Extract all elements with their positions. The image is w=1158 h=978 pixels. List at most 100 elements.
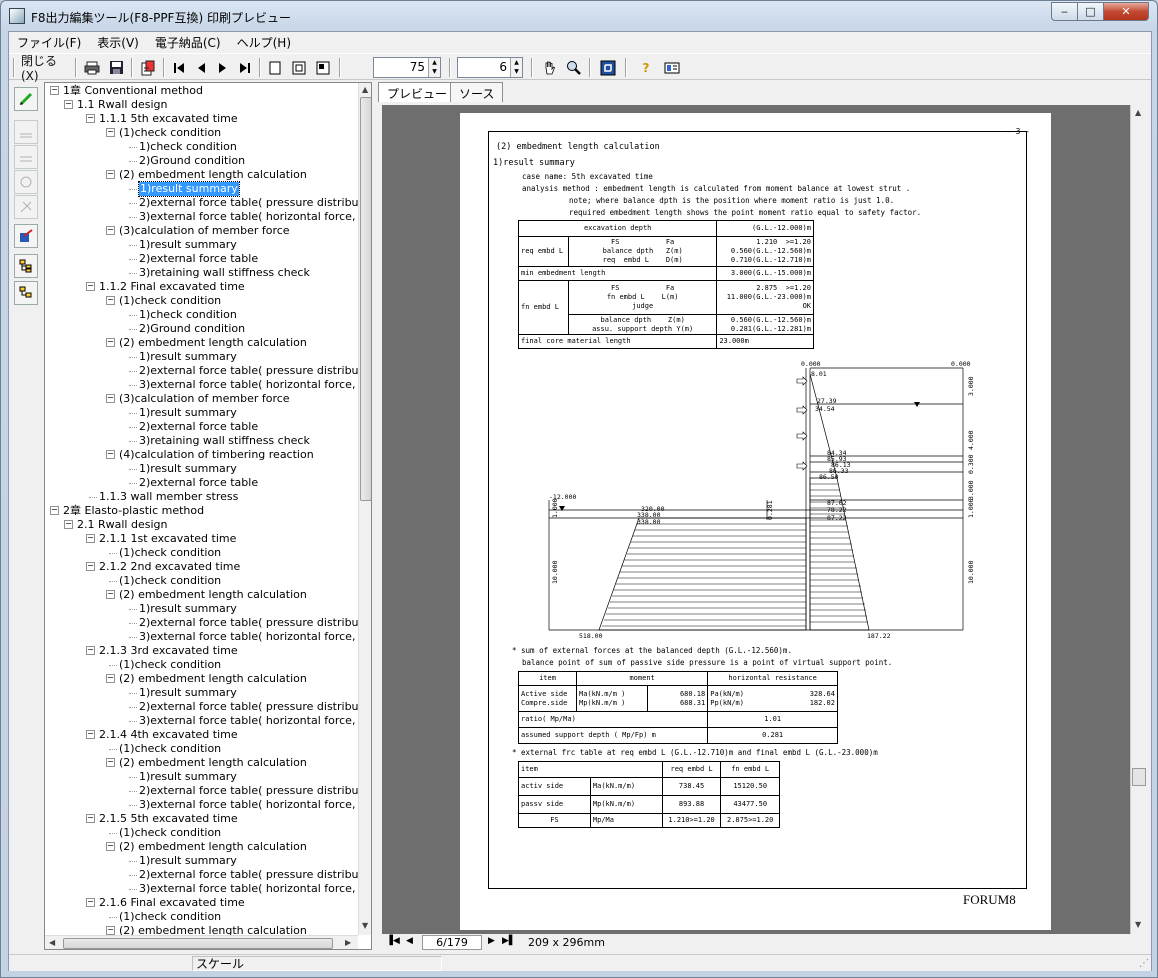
tree-node[interactable]: 1)check condition [139, 308, 237, 322]
menu-file[interactable]: ファイル(F) [11, 32, 87, 52]
tree-node[interactable]: (1)check condition [119, 826, 221, 840]
close-window-button[interactable]: ✕ [1103, 2, 1149, 21]
tree-node[interactable]: 1)result summary [139, 406, 237, 420]
tree-expander-icon[interactable]: − [106, 450, 115, 459]
tree-node[interactable]: 1)result summary [139, 602, 237, 616]
scroll-down-icon[interactable]: ▼ [362, 921, 368, 930]
single-page-icon[interactable] [265, 57, 285, 78]
tree-node[interactable]: 2.1.5 5th excavated time [99, 812, 238, 826]
zoom-icon[interactable] [563, 57, 585, 78]
tree-node[interactable]: 1)result summary [138, 181, 240, 197]
tree-node[interactable]: 1)result summary [139, 238, 237, 252]
scroll-left-icon[interactable]: ◀ [49, 938, 55, 947]
tree-expander-icon[interactable]: − [106, 128, 115, 137]
preview-area[interactable]: - 3 - (2) embedment length calculation 1… [382, 105, 1146, 934]
info-icon[interactable] [661, 57, 683, 78]
tree-node[interactable]: (1)check condition [119, 658, 221, 672]
scroll-up-icon[interactable]: ▲ [1135, 108, 1141, 117]
zoom-spinner[interactable]: 75 ▲ ▼ [373, 57, 441, 78]
tree-node[interactable]: 1)check condition [139, 140, 237, 154]
tree-node[interactable]: 1.1.1 5th excavated time [99, 112, 238, 126]
line-icon[interactable] [14, 120, 38, 144]
tree-node[interactable]: 1.1.3 wall member stress [99, 490, 238, 504]
preview-scroll-thumb[interactable] [1132, 768, 1146, 786]
color-icon[interactable] [14, 224, 38, 248]
tree-node[interactable]: 2.1.6 Final excavated time [99, 896, 245, 910]
tab-source[interactable]: ソース [450, 82, 504, 102]
tree-expander-icon[interactable]: − [64, 100, 73, 109]
tree-node[interactable]: 2)external force table( pressure distrib… [139, 364, 371, 378]
tree-expander-icon[interactable]: − [106, 842, 115, 851]
tree-node[interactable]: (3)calculation of member force [119, 224, 290, 238]
tree-node[interactable]: 2)external force table( pressure distrib… [139, 700, 371, 714]
tree-expander-icon[interactable]: − [106, 394, 115, 403]
tree-node[interactable]: (1)check condition [119, 742, 221, 756]
last-page-icon[interactable] [235, 57, 255, 78]
spin-arrows-icon[interactable]: ▲ ▼ [510, 58, 522, 77]
tree-node[interactable]: (2) embedment length calculation [119, 168, 307, 182]
refresh-icon[interactable] [597, 57, 619, 78]
tree-expander-icon[interactable]: − [86, 898, 95, 907]
tree-node[interactable]: 2.1 Rwall design [77, 518, 167, 532]
tree-node[interactable]: (1)check condition [119, 126, 221, 140]
tree-node[interactable]: 2.1.2 2nd excavated time [99, 560, 240, 574]
scroll-right-icon[interactable]: ▶ [345, 938, 351, 947]
tree-node[interactable]: 2.1.4 4th excavated time [99, 728, 238, 742]
tree-node[interactable]: 1)result summary [139, 770, 237, 784]
tree-node[interactable]: 2)external force table [139, 476, 258, 490]
page-width-icon[interactable] [313, 57, 333, 78]
spin-arrows-icon[interactable]: ▲ ▼ [428, 58, 440, 77]
tab-preview[interactable]: プレビュー [378, 82, 457, 102]
tree-horizontal-scrollbar[interactable]: ◀ ▶ [45, 935, 358, 949]
tree-node[interactable]: 2)Ground condition [139, 322, 245, 336]
tree-node[interactable]: (1)check condition [119, 910, 221, 924]
tree-node[interactable]: 1.1 Rwall design [77, 98, 167, 112]
tree-node[interactable]: (1)check condition [119, 546, 221, 560]
menu-electronic-delivery[interactable]: 電子納品(C) [149, 32, 227, 52]
tree-expander-icon[interactable]: − [64, 520, 73, 529]
tree-node[interactable]: 3)external force table( horizontal force… [139, 882, 370, 896]
tree-node[interactable]: 2.1.3 3rd excavated time [99, 644, 238, 658]
tree-expander-icon[interactable]: − [106, 226, 115, 235]
page-spinner[interactable]: 6 ▲ ▼ [457, 57, 523, 78]
tree-expander-icon[interactable]: − [86, 730, 95, 739]
tree-node[interactable]: 3)external force table( horizontal force… [139, 378, 370, 392]
tree-expander-icon[interactable]: − [86, 562, 95, 571]
tree-node[interactable]: (1)check condition [119, 574, 221, 588]
hand-icon[interactable] [539, 57, 561, 78]
tree-expander-icon[interactable]: − [106, 926, 115, 935]
next-page-icon[interactable] [213, 57, 233, 78]
tree-hscroll-thumb[interactable] [63, 938, 333, 949]
tree-expander-icon[interactable]: − [86, 114, 95, 123]
help-icon[interactable]: ? [635, 57, 657, 78]
page-indicator[interactable]: 6/179 [422, 935, 482, 950]
tree-collapse-icon[interactable] [14, 281, 38, 305]
tree-vertical-scrollbar[interactable]: ▲ ▼ [358, 83, 371, 935]
pane-splitter[interactable] [373, 82, 378, 950]
tree-node[interactable]: 2)external force table( pressure distrib… [139, 784, 371, 798]
tree-node[interactable]: 1)result summary [139, 462, 237, 476]
tree-expander-icon[interactable]: − [106, 296, 115, 305]
tree-node[interactable]: 3)external force table( horizontal force… [139, 714, 370, 728]
tree-node[interactable]: (1)check condition [119, 294, 221, 308]
two-page-icon[interactable] [289, 57, 309, 78]
preview-vertical-scrollbar[interactable]: ▲ ▼ [1130, 105, 1146, 934]
print-icon[interactable] [81, 57, 103, 78]
tree-node[interactable]: 2)external force table( pressure distrib… [139, 616, 371, 630]
tree-node[interactable]: (2) embedment length calculation [119, 336, 307, 350]
next-page-icon[interactable]: ▶ [488, 936, 495, 946]
tree-node[interactable]: 2)external force table [139, 252, 258, 266]
tree-node[interactable]: (2) embedment length calculation [119, 756, 307, 770]
tree-node[interactable]: 1)result summary [139, 350, 237, 364]
tree-node[interactable]: 1)result summary [139, 854, 237, 868]
resize-grip-icon[interactable]: ⋰ [1139, 958, 1149, 969]
tree-expander-icon[interactable]: − [106, 758, 115, 767]
tree-expander-icon[interactable]: − [86, 534, 95, 543]
tree-expander-icon[interactable]: − [106, 590, 115, 599]
eraser-icon[interactable] [14, 170, 38, 194]
tree-expand-icon[interactable] [14, 254, 38, 278]
tree-expander-icon[interactable]: − [50, 506, 59, 515]
tree-node[interactable]: 2章 Elasto-plastic method [63, 504, 204, 518]
tree-node[interactable]: (3)calculation of member force [119, 392, 290, 406]
tree-node[interactable]: 3)retaining wall stiffness check [139, 434, 310, 448]
